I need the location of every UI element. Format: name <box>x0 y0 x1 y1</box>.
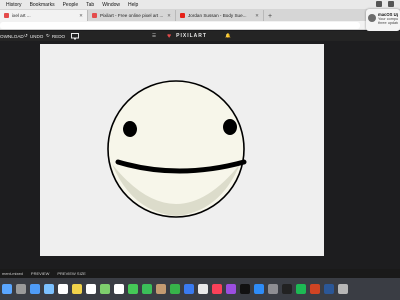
undo-button[interactable]: ↺ UNDO <box>24 31 43 41</box>
address-bar <box>0 21 400 30</box>
tab-pixel-art[interactable]: ixel art ... ✕ <box>0 10 88 21</box>
settings-icon <box>368 14 376 22</box>
messages-icon[interactable] <box>128 284 138 294</box>
app-toolbar: OWNLOAD ↺ UNDO ↻ REDO ☰ ♥ PIXILART 🔔 <box>0 31 400 41</box>
close-tab-icon[interactable]: ✕ <box>167 13 171 19</box>
calendar-icon[interactable] <box>58 284 68 294</box>
monitor-icon <box>71 32 79 39</box>
menu-bookmarks[interactable]: Bookmarks <box>30 2 55 8</box>
menu-people[interactable]: People <box>63 2 79 8</box>
numbers-icon[interactable] <box>170 284 180 294</box>
drawing-canvas[interactable] <box>40 44 324 256</box>
photos-icon[interactable] <box>114 284 124 294</box>
music-icon[interactable] <box>212 284 222 294</box>
menu-tab[interactable]: Tab <box>86 2 94 8</box>
redo-icon: ↻ <box>46 33 50 38</box>
tab-youtube[interactable]: Jordan Sussan - Body Sue... ✕ <box>176 10 264 21</box>
launchpad-icon[interactable] <box>16 284 26 294</box>
pixilart-logo[interactable]: ♥ PIXILART <box>167 31 207 41</box>
safari-icon[interactable] <box>30 284 40 294</box>
undo-label: UNDO <box>29 33 44 39</box>
keynote-icon[interactable] <box>184 284 194 294</box>
right-eye <box>223 119 237 135</box>
status-icon[interactable] <box>388 1 394 7</box>
bell-icon: 🔔 <box>225 33 231 38</box>
tab-label: Jordan Sussan - Body Sue... <box>188 13 247 18</box>
hamburger-icon: ☰ <box>152 33 157 38</box>
pixilart-favicon-icon <box>4 13 9 18</box>
logo-text: PIXILART <box>176 33 207 39</box>
youtube-favicon-icon <box>180 13 185 18</box>
face-circle <box>107 80 245 218</box>
tab-pixilart[interactable]: Pixilart - Free online pixel art ... ✕ <box>88 10 176 21</box>
tab-strip: ixel art ... ✕ Pixilart - Free online pi… <box>0 9 400 21</box>
status-bar: ment-mixed PREVIEW PREVIEW SIZE <box>0 269 400 278</box>
activity-icon[interactable] <box>282 284 292 294</box>
status-icon[interactable] <box>376 1 382 7</box>
menu-bar: History Bookmarks People Tab Window Help <box>0 0 400 9</box>
pixilart-favicon-icon <box>92 13 97 18</box>
url-field[interactable] <box>0 22 360 29</box>
update-notification[interactable]: macOS Upda Your comput three update <box>366 9 400 31</box>
tab-label: ixel art ... <box>12 13 31 18</box>
appstore-icon[interactable] <box>254 284 264 294</box>
preview-size[interactable]: PREVIEW SIZE <box>57 271 85 276</box>
left-eye <box>123 121 137 137</box>
preview-toggle[interactable]: PREVIEW <box>31 271 49 276</box>
spotify-icon[interactable] <box>296 284 306 294</box>
word-icon[interactable] <box>324 284 334 294</box>
close-tab-icon[interactable]: ✕ <box>79 13 83 19</box>
download-label: OWNLOAD <box>0 33 24 39</box>
status-icons <box>376 1 394 7</box>
podcasts-icon[interactable] <box>226 284 236 294</box>
undo-icon: ↺ <box>24 33 28 38</box>
monitor-button[interactable] <box>71 31 79 41</box>
finder-icon[interactable] <box>2 284 12 294</box>
reminders-icon[interactable] <box>86 284 96 294</box>
menu-window[interactable]: Window <box>102 2 120 8</box>
dock <box>0 278 400 300</box>
layer-name: ment-mixed <box>2 271 23 276</box>
pixel-drawing <box>107 80 247 218</box>
menu-button[interactable]: ☰ <box>152 31 156 41</box>
new-tab-icon[interactable]: + <box>264 13 276 21</box>
mail-icon[interactable] <box>44 284 54 294</box>
chrome-icon[interactable] <box>198 284 208 294</box>
tv-icon[interactable] <box>240 284 250 294</box>
close-tab-icon[interactable]: ✕ <box>255 13 259 19</box>
contacts-icon[interactable] <box>156 284 166 294</box>
redo-label: REDO <box>51 33 66 39</box>
redo-button[interactable]: ↻ REDO <box>46 31 65 41</box>
download-button[interactable]: OWNLOAD <box>0 31 24 41</box>
heart-logo-icon: ♥ <box>167 32 173 40</box>
preferences-icon[interactable] <box>268 284 278 294</box>
tab-label: Pixilart - Free online pixel art ... <box>100 13 164 18</box>
trash-icon[interactable] <box>338 284 348 294</box>
facetime-icon[interactable] <box>142 284 152 294</box>
notifications-button[interactable]: 🔔 <box>225 31 231 41</box>
notes-icon[interactable] <box>72 284 82 294</box>
maps-icon[interactable] <box>100 284 110 294</box>
powerpoint-icon[interactable] <box>310 284 320 294</box>
menu-help[interactable]: Help <box>128 2 138 8</box>
menu-history[interactable]: History <box>6 2 22 8</box>
notification-text: three update <box>378 21 398 25</box>
